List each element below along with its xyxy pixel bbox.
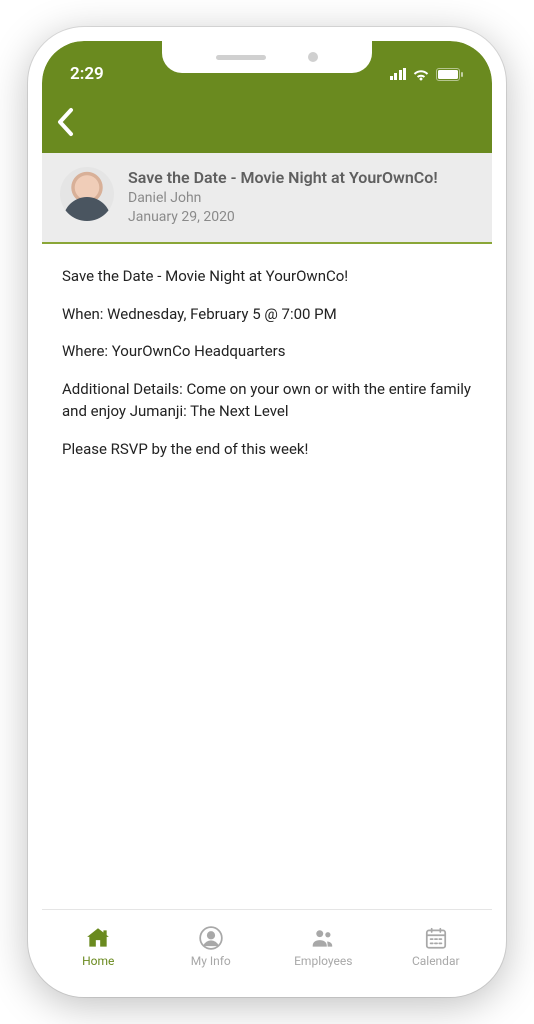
calendar-icon xyxy=(423,925,449,951)
tab-calendar-label: Calendar xyxy=(412,954,460,968)
body-when: When: Wednesday, February 5 @ 7:00 PM xyxy=(62,304,472,326)
body-where: Where: YourOwnCo Headquarters xyxy=(62,341,472,363)
post-author: Daniel John xyxy=(128,189,474,209)
speaker-grille xyxy=(216,55,266,60)
post-date: January 29, 2020 xyxy=(128,208,474,228)
navigation-bar xyxy=(42,95,492,153)
body-title-line: Save the Date - Movie Night at YourOwnCo… xyxy=(62,266,472,288)
post-header: Save the Date - Movie Night at YourOwnCo… xyxy=(42,153,492,244)
screen: 2:29 Save the Date - Movie Night at Your… xyxy=(42,41,492,983)
post-title: Save the Date - Movie Night at YourOwnCo… xyxy=(128,167,474,189)
tab-calendar[interactable]: Calendar xyxy=(380,910,493,983)
front-camera xyxy=(308,52,318,62)
body-rsvp: Please RSVP by the end of this week! xyxy=(62,439,472,461)
status-indicators xyxy=(390,68,465,81)
tab-employees-label: Employees xyxy=(294,954,352,968)
post-meta: Save the Date - Movie Night at YourOwnCo… xyxy=(128,167,474,228)
phone-frame: 2:29 Save the Date - Movie Night at Your… xyxy=(28,27,506,997)
wifi-icon xyxy=(412,68,430,81)
device-notch xyxy=(162,41,372,73)
tab-my-info-label: My Info xyxy=(191,954,231,968)
tab-home-label: Home xyxy=(82,954,114,968)
tab-my-info[interactable]: My Info xyxy=(155,910,268,983)
home-icon xyxy=(85,925,111,951)
status-time: 2:29 xyxy=(70,64,104,84)
tab-home[interactable]: Home xyxy=(42,910,155,983)
person-circle-icon xyxy=(198,925,224,951)
post-body[interactable]: Save the Date - Movie Night at YourOwnCo… xyxy=(42,244,492,909)
back-button[interactable] xyxy=(56,107,74,141)
author-avatar[interactable] xyxy=(60,167,114,221)
tab-bar: Home My Info Employees Calendar xyxy=(42,909,492,983)
cellular-icon xyxy=(390,68,407,80)
battery-icon xyxy=(436,68,464,81)
people-icon xyxy=(310,925,336,951)
tab-employees[interactable]: Employees xyxy=(267,910,380,983)
body-details: Additional Details: Come on your own or … xyxy=(62,379,472,423)
